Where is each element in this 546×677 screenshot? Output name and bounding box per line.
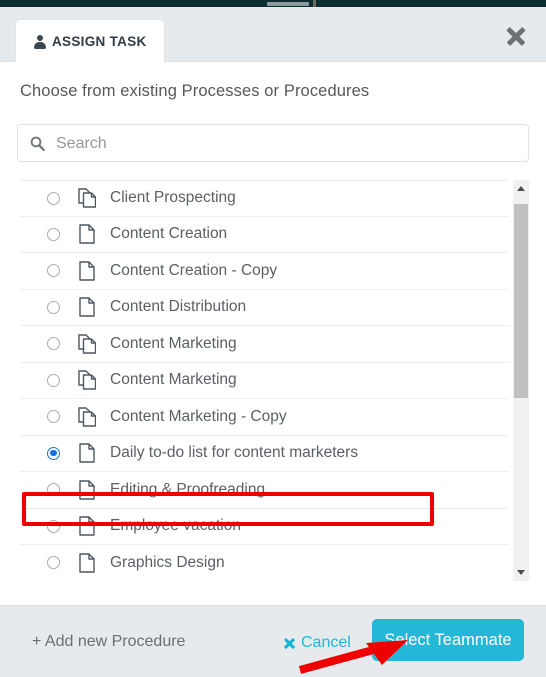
single-page-icon xyxy=(78,516,96,536)
list-item-label: Daily to-do list for content marketers xyxy=(110,444,359,462)
assign-task-modal: ASSIGN TASK Choose from existing Process… xyxy=(0,0,546,677)
single-page-glyph xyxy=(79,261,95,281)
list-item-label: Content Creation xyxy=(110,225,228,243)
list-item[interactable]: Content Creation - Copy xyxy=(20,253,509,290)
list-item-label: Content Marketing - Copy xyxy=(110,407,287,425)
person-icon xyxy=(33,34,46,49)
search-icon xyxy=(30,136,45,151)
close-button[interactable] xyxy=(499,19,533,53)
copy-pages-icon xyxy=(78,188,96,208)
scroll-down-arrow-icon[interactable] xyxy=(513,564,529,581)
radio-button[interactable] xyxy=(47,337,60,351)
modal-header: ASSIGN TASK xyxy=(0,7,546,63)
copy-pages-glyph xyxy=(78,370,96,390)
list-item[interactable]: Content Marketing - Copy xyxy=(20,399,509,436)
copy-pages-glyph xyxy=(78,407,96,427)
navbar-divider xyxy=(313,0,316,7)
list-item-label: Content Distribution xyxy=(110,298,247,316)
radio-button[interactable] xyxy=(47,410,60,424)
modal-body: Choose from existing Processes or Proced… xyxy=(0,62,546,605)
list-item[interactable]: Employee vacation xyxy=(20,508,509,545)
single-page-icon xyxy=(78,224,96,244)
list-item-label: Employee vacation xyxy=(110,517,241,535)
radio-button[interactable] xyxy=(47,373,60,387)
tab-assign-task-label: ASSIGN TASK xyxy=(52,34,147,49)
navbar-item-fragment xyxy=(267,2,309,6)
radio-button[interactable] xyxy=(47,300,60,314)
single-page-glyph xyxy=(79,297,95,317)
triangle-up-glyph xyxy=(517,186,525,191)
procedure-list-region: Client Prospecting Content Creation Conten… xyxy=(20,180,529,581)
search-input[interactable] xyxy=(54,125,518,163)
single-page-glyph xyxy=(79,443,95,463)
list-item[interactable]: Content Creation xyxy=(20,216,509,253)
single-page-glyph xyxy=(79,516,95,536)
copy-pages-glyph xyxy=(78,334,96,354)
single-page-icon xyxy=(78,297,96,317)
modal-subtitle: Choose from existing Processes or Proced… xyxy=(20,82,370,100)
select-teammate-button[interactable]: Select Teammate xyxy=(372,619,524,661)
radio-button[interactable] xyxy=(47,483,60,497)
add-new-procedure-link[interactable]: + Add new Procedure xyxy=(32,633,185,651)
tab-assign-task[interactable]: ASSIGN TASK xyxy=(15,19,165,63)
list-item-label: Client Prospecting xyxy=(110,189,236,207)
list-item[interactable]: Daily to-do list for content marketers xyxy=(20,435,509,472)
scroll-up-arrow-icon[interactable] xyxy=(513,180,529,197)
single-page-icon xyxy=(78,553,96,573)
close-icon xyxy=(505,25,527,47)
list-item[interactable]: Editing & Proofreading xyxy=(20,472,509,509)
single-page-icon xyxy=(78,480,96,500)
copy-pages-glyph xyxy=(78,188,96,208)
single-page-glyph xyxy=(79,224,95,244)
copy-pages-icon xyxy=(78,334,96,354)
radio-button[interactable] xyxy=(47,556,60,570)
list-item-label: Graphics Design xyxy=(110,553,225,571)
radio-button[interactable] xyxy=(47,227,60,241)
app-navbar-strip xyxy=(0,0,546,7)
list-item[interactable]: Graphics Design xyxy=(20,545,509,581)
list-item[interactable]: Client Prospecting xyxy=(20,180,509,217)
list-item-label: Content Marketing xyxy=(110,334,237,352)
list-item-label: Content Creation - Copy xyxy=(110,261,278,279)
list-item[interactable]: Content Marketing xyxy=(20,326,509,363)
copy-pages-icon xyxy=(78,407,96,427)
radio-button[interactable] xyxy=(47,446,60,460)
radio-button[interactable] xyxy=(47,191,60,205)
list-item[interactable]: Content Distribution xyxy=(20,289,509,326)
list-scrollbar[interactable] xyxy=(512,180,529,581)
search-field[interactable] xyxy=(17,124,529,163)
triangle-down-glyph xyxy=(517,570,525,575)
radio-button[interactable] xyxy=(47,264,60,278)
scrollbar-thumb[interactable] xyxy=(514,204,528,398)
copy-pages-icon xyxy=(78,370,96,390)
list-item-label: Editing & Proofreading xyxy=(110,480,266,498)
single-page-glyph xyxy=(79,553,95,573)
radio-button[interactable] xyxy=(47,519,60,533)
cancel-button[interactable]: Cancel xyxy=(283,634,351,652)
single-page-icon xyxy=(78,443,96,463)
single-page-icon xyxy=(78,261,96,281)
single-page-glyph xyxy=(79,480,95,500)
list-item-label: Content Marketing xyxy=(110,371,237,389)
close-icon xyxy=(283,637,296,650)
cancel-button-label: Cancel xyxy=(301,634,351,651)
procedure-list[interactable]: Client Prospecting Content Creation Conten… xyxy=(20,180,509,581)
list-item[interactable]: Content Marketing xyxy=(20,362,509,399)
